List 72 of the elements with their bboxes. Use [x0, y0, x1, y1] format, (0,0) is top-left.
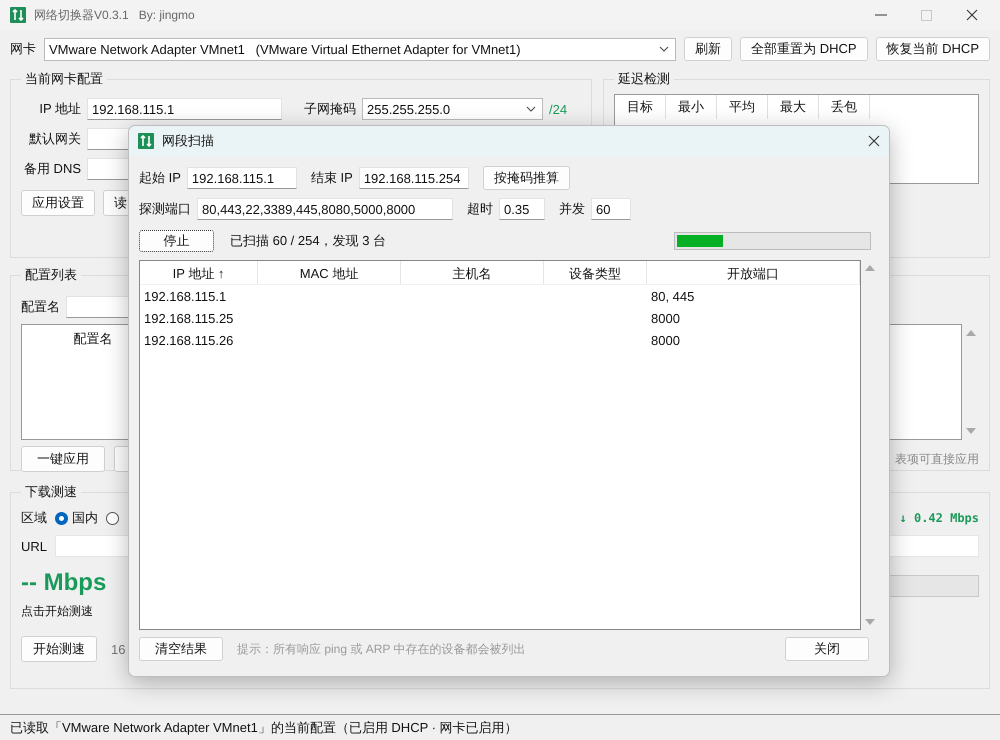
clear-button[interactable]: 清空结果	[139, 637, 223, 661]
close-icon[interactable]	[868, 135, 880, 147]
field-label: 区域	[21, 509, 47, 527]
dialog-title: 网段扫描	[162, 132, 214, 150]
field-label: 配置名	[21, 298, 60, 316]
table-cell-text: 192.168.115.26	[143, 332, 234, 348]
infer-button[interactable]: 按掩码推算	[482, 166, 570, 190]
size-text: 16	[111, 642, 126, 656]
radio-button[interactable]	[106, 512, 119, 524]
field-label: 起始 IP	[139, 169, 181, 187]
hint-text: 提示：所有响应 ping 或 ARP 中存在的设备都会被列出	[237, 640, 526, 658]
column-header[interactable]: 平均	[717, 95, 768, 119]
field-label: 探测端口	[139, 200, 191, 218]
author-text: By: jingmo	[138, 8, 195, 22]
column-header[interactable]: 丢包	[819, 95, 870, 119]
config-button[interactable]: 应用设置	[21, 190, 95, 216]
column-header[interactable]: MAC 地址	[258, 261, 401, 284]
column-header[interactable]: 目标	[615, 95, 666, 119]
table-cell-text: 192.168.115.25	[143, 310, 234, 326]
field-label: 结束 IP	[310, 169, 353, 187]
mask-dropdown[interactable]: 255.255.255.0	[362, 98, 543, 120]
column-header[interactable]: IP 地址 ↑	[140, 261, 258, 284]
radio-button[interactable]	[55, 512, 68, 524]
start-ip-field[interactable]: 192.168.115.1	[186, 167, 297, 189]
prefix-text: /24	[549, 102, 568, 116]
apply-button[interactable]: 一键应用	[21, 446, 105, 472]
stop-button[interactable]: 停止	[139, 230, 214, 252]
field-label: URL	[21, 538, 48, 554]
scan-status: 已扫描 60 / 254，发现 3 台	[230, 232, 386, 250]
toolbar-button[interactable]: 全部重置为 DHCP	[740, 37, 868, 61]
ports-field[interactable]: 80,443,22,3389,445,8080,5000,8000	[197, 198, 453, 220]
column-header[interactable]: 最小	[666, 95, 717, 119]
field-label: 默认网关	[28, 130, 81, 148]
close-icon[interactable]	[966, 9, 978, 21]
speed-hint: 点击开始测速	[21, 603, 93, 620]
chevron-icon	[659, 46, 670, 52]
column-header[interactable]: 开放端口	[647, 261, 860, 284]
hint-text: 表项可直接应用	[895, 450, 979, 468]
start-button[interactable]: 开始测速	[21, 636, 97, 662]
app-icon	[138, 133, 154, 149]
speed-value: -- Mbps	[21, 569, 106, 597]
table-cell-text: 8000	[650, 310, 680, 326]
concurrency-field[interactable]: 60	[591, 198, 631, 220]
toolbar-button[interactable]: 刷新	[684, 37, 732, 61]
group-title: 配置列表	[24, 266, 78, 284]
field-label: 并发	[559, 200, 585, 218]
group-title: 下载测速	[24, 483, 78, 501]
radio-label[interactable]: 国内	[72, 509, 98, 527]
chevron-icon	[526, 106, 536, 112]
column-header[interactable]: 主机名	[401, 261, 544, 284]
ip-field[interactable]: 192.168.115.1	[87, 98, 282, 120]
column-header[interactable]: 最大	[768, 95, 819, 119]
toolbar-button[interactable]: 恢复当前 DHCP	[876, 37, 990, 61]
table-cell-text: 80, 445	[650, 288, 694, 304]
close-button[interactable]: 关闭	[785, 637, 869, 661]
minimize-icon[interactable]	[875, 14, 887, 16]
app-icon	[10, 7, 26, 23]
adapter-label: 网卡	[10, 40, 36, 58]
rate-text: ↓ 0.42 Mbps	[900, 511, 979, 525]
adapter-dropdown[interactable]: VMware Network Adapter VMnet1 (VMware Virtual Ethernet Adapter for VMnet1)	[44, 38, 676, 60]
end-ip-field[interactable]: 192.168.115.254	[358, 167, 469, 189]
timeout-field[interactable]: 0.35	[499, 198, 545, 220]
window-title: 网络切换器V0.3.1	[34, 6, 129, 24]
field-label: 超时	[467, 200, 493, 218]
field-label: 备用 DNS	[22, 160, 81, 178]
column-header[interactable]: 设备类型	[544, 261, 647, 284]
group-title: 当前网卡配置	[24, 70, 104, 88]
table-cell-text: 8000	[650, 332, 680, 348]
field-label: IP 地址	[38, 100, 81, 118]
group-title: 延迟检测	[617, 70, 671, 88]
field-label: 子网掩码	[304, 100, 356, 118]
table-cell-text: 192.168.115.1	[143, 288, 228, 304]
